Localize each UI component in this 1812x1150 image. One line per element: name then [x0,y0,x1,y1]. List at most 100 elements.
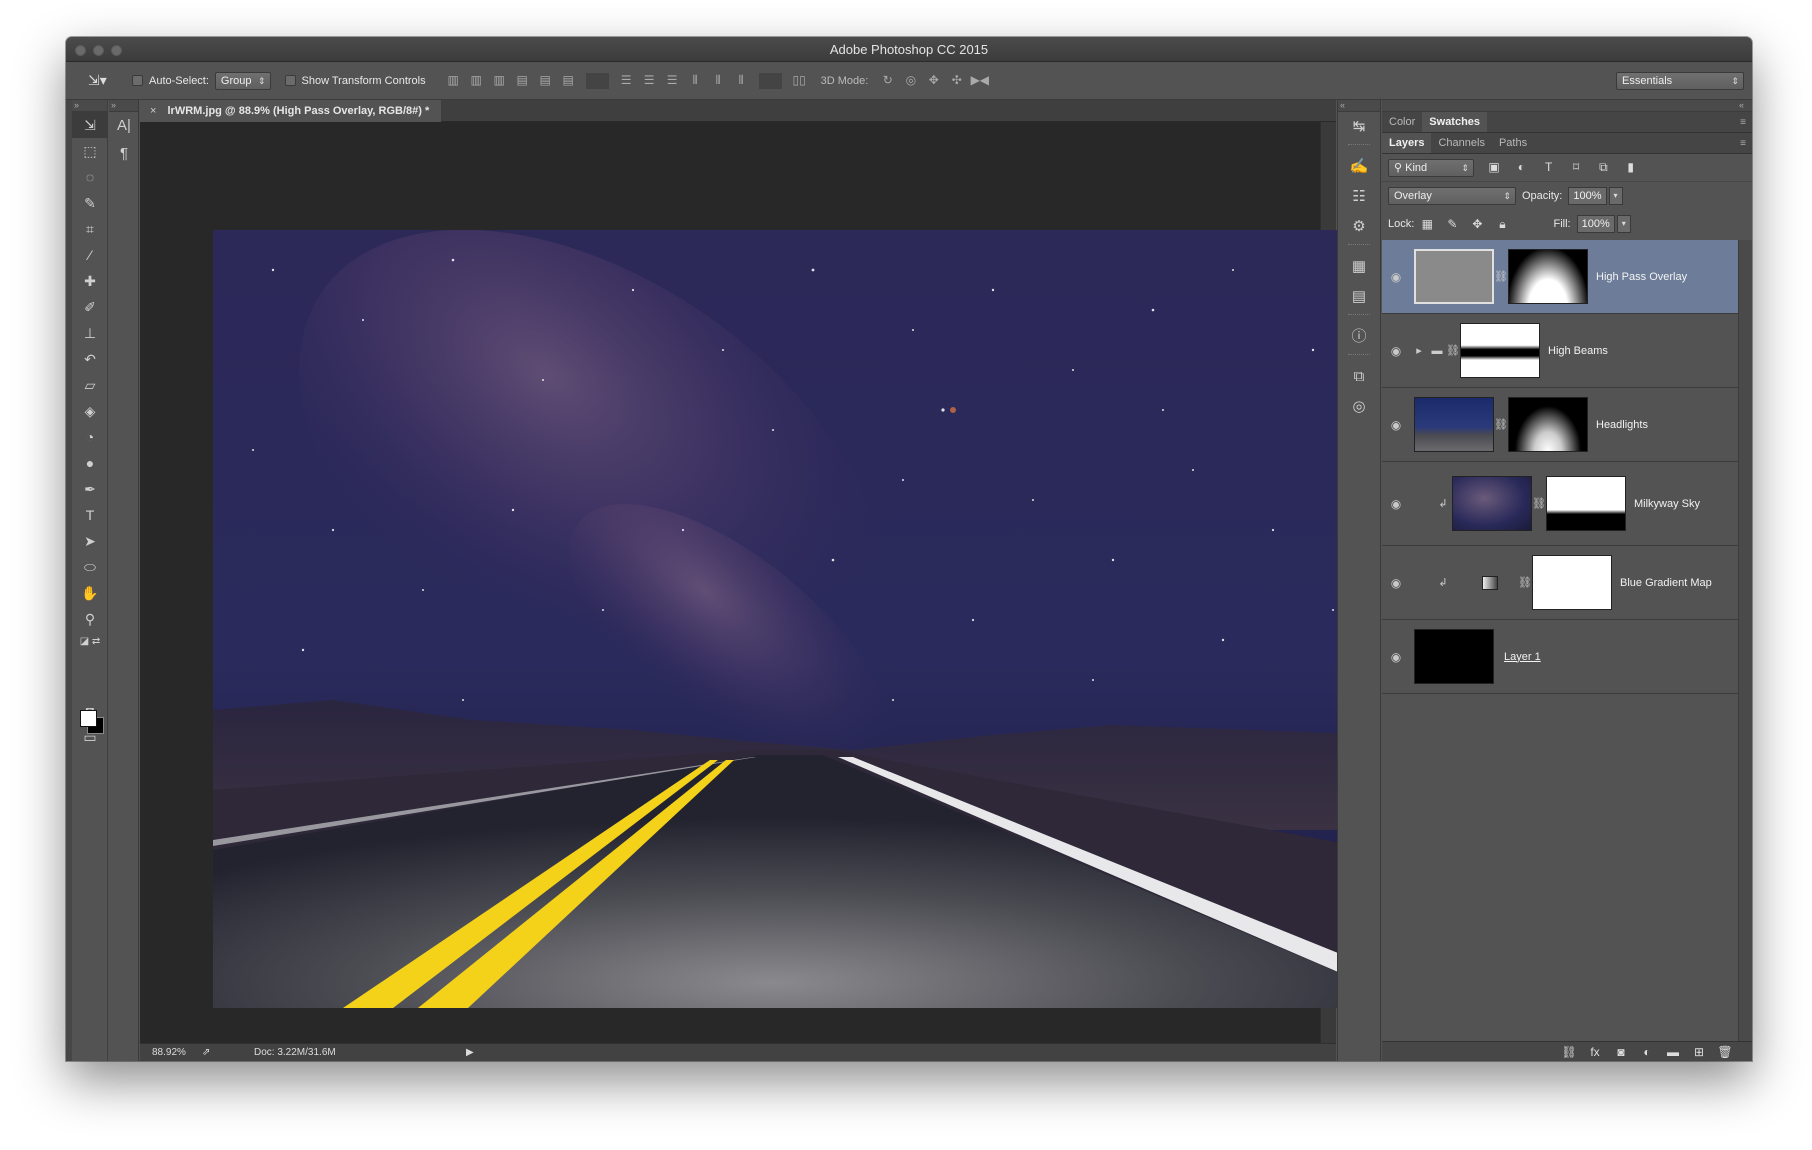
align-hcenter-icon[interactable]: ▤ [534,73,557,89]
layer-row-headlights[interactable]: ◉ ⛓ Headlights [1382,388,1752,462]
visibility-eye-icon[interactable]: ◉ [1382,650,1410,664]
layer-row-high-beams[interactable]: ◉ ▸ ▬ ⛓ High Beams [1382,314,1752,388]
minimize-window-button[interactable] [93,45,104,56]
tab-swatches[interactable]: Swatches [1422,112,1488,132]
mask-link-icon[interactable]: ⛓ [1494,270,1508,283]
link-layers-icon[interactable]: ⛓ [1556,1045,1582,1059]
align-top-icon[interactable]: ▥ [442,73,465,89]
layer-name[interactable]: High Pass Overlay [1596,271,1687,283]
visibility-eye-icon[interactable]: ◉ [1382,270,1410,284]
dodge-tool-icon[interactable]: ● [72,450,108,476]
layer-name[interactable]: High Beams [1548,345,1608,357]
lock-all-icon[interactable]: 🔒︎ [1491,217,1513,232]
visibility-eye-icon[interactable]: ◉ [1382,497,1410,511]
paragraph-panel-icon[interactable]: ¶ [109,140,139,168]
marquee-tool-icon[interactable]: ⬚ [72,138,108,164]
type-filter-icon[interactable]: T [1537,160,1561,174]
add-mask-icon[interactable]: ◙ [1608,1045,1634,1059]
auto-select-dropdown[interactable]: Group [214,71,271,90]
default-colors-icon[interactable]: ◪ ⇄ [72,632,108,652]
distribute-top-icon[interactable]: ☰ [615,73,638,89]
opacity-slider-toggle-icon[interactable]: ▾ [1608,187,1623,205]
show-transform-checkbox[interactable] [284,75,296,86]
layer-mask-thumbnail[interactable] [1546,476,1626,531]
auto-align-icon[interactable]: ▯▯ [788,73,811,89]
zoom-window-button[interactable] [111,45,122,56]
right-collapse-strip[interactable]: « [1382,100,1752,112]
layer-row-blue-gradient-map[interactable]: ◉ ↲ ⛓ Blue Gradient Map [1382,546,1752,620]
eraser-tool-icon[interactable]: ▱ [72,372,108,398]
zoom-tool-icon[interactable]: ⚲ [72,606,108,632]
distribute-bottom-icon[interactable]: ☰ [661,73,684,89]
shape-filter-icon[interactable]: ⌑ [1564,160,1588,174]
document-tab[interactable]: × lrWRM.jpg @ 88.9% (High Pass Overlay, … [140,100,442,122]
align-right-icon[interactable]: ▤ [557,73,580,89]
properties-icon[interactable]: ⚙ [1338,212,1380,242]
pixel-filter-icon[interactable]: ▣ [1482,160,1506,174]
close-document-icon[interactable]: × [150,105,156,117]
tab-channels[interactable]: Channels [1431,133,1491,153]
close-window-button[interactable] [75,45,86,56]
canvas-image[interactable] [213,230,1380,1008]
3d-drag-icon[interactable]: ✥ [922,73,945,89]
layer-thumbnail[interactable] [1452,476,1532,531]
tab-paths[interactable]: Paths [1492,133,1534,153]
align-left-icon[interactable]: ▤ [511,73,534,89]
fill-slider-toggle-icon[interactable]: ▾ [1616,215,1631,233]
swatches-panel-menu-icon[interactable]: ≡ [1740,112,1752,132]
ellipse-tool-icon[interactable]: ⬭ [72,554,108,580]
3d-scale-icon[interactable]: ▶◀ [968,73,991,89]
lock-transparent-icon[interactable]: ▦ [1416,217,1438,231]
lock-pixels-icon[interactable]: ✎ [1441,217,1463,231]
distribute-vcenter-icon[interactable]: ☰ [638,73,661,89]
auto-select-checkbox[interactable] [132,75,143,86]
path-selection-tool-icon[interactable]: ➤ [72,528,108,554]
layer-name[interactable]: Blue Gradient Map [1620,577,1712,589]
eyedropper-tool-icon[interactable]: ⁄ [72,242,108,268]
clone-stamp-tool-icon[interactable]: ⊥ [72,320,108,346]
layer-thumbnail[interactable] [1414,397,1494,452]
tab-layers[interactable]: Layers [1382,133,1432,153]
brush-tool-icon[interactable]: ✐ [72,294,108,320]
layer-name[interactable]: Layer 1 [1504,651,1541,663]
move-tool-preset-icon[interactable]: ⇲▾ [88,72,122,89]
align-vcenter-icon[interactable]: ▥ [465,73,488,89]
layer-row-milkyway-sky[interactable]: ◉ ↲ ⛓ Milkyway Sky [1382,462,1752,546]
blend-mode-dropdown[interactable]: Overlay [1388,187,1516,205]
tab-color[interactable]: Color [1382,112,1422,132]
filter-toggle-icon[interactable]: ▮ [1619,160,1643,174]
libraries-icon[interactable]: ◎ [1338,392,1380,422]
distribute-hcenter-icon[interactable]: ⫴ [707,73,730,89]
adjustment-filter-icon[interactable]: ◐ [1509,160,1533,174]
healing-brush-tool-icon[interactable]: ✚ [72,268,108,294]
fill-input[interactable]: 100% [1576,215,1615,233]
move-tool-icon[interactable]: ⇲ [72,112,108,138]
mini-panel-collapse-strip[interactable]: » [109,100,138,112]
info-icon[interactable]: ⓘ [1338,322,1380,352]
new-adjustment-icon[interactable]: ◐ [1634,1045,1660,1059]
layer-style-fx-icon[interactable]: fx [1582,1045,1608,1059]
distribute-left-icon[interactable]: ⫴ [684,73,707,89]
filter-kind-dropdown[interactable]: ⚲ Kind [1388,158,1474,177]
history-brush-tool-icon[interactable]: ↶ [72,346,108,372]
clone-source-icon[interactable]: ⧉ [1338,362,1380,392]
smart-object-filter-icon[interactable]: ⧉ [1591,160,1615,175]
layers-scrollbar[interactable] [1738,240,1752,1041]
layer-mask-thumbnail[interactable] [1508,249,1588,304]
hand-tool-icon[interactable]: ✋ [72,580,108,606]
align-bottom-icon[interactable]: ▥ [488,73,511,89]
mask-link-icon[interactable]: ⛓ [1518,576,1532,589]
layer-thumbnail[interactable] [1414,629,1494,684]
paint-bucket-tool-icon[interactable]: ◈ [72,398,108,424]
visibility-eye-icon[interactable]: ◉ [1382,418,1410,432]
mask-link-icon[interactable]: ⛓ [1532,497,1546,510]
visibility-eye-icon[interactable]: ◉ [1382,344,1410,358]
3d-roll-icon[interactable]: ◎ [899,73,922,89]
tools-collapse-strip[interactable]: » [72,100,107,112]
crop-tool-icon[interactable]: ⌗ [72,216,108,242]
3d-rotate-icon[interactable]: ↻ [876,73,899,89]
mask-link-icon[interactable]: ⛓ [1494,418,1508,431]
lasso-tool-icon[interactable]: ◌ [72,164,108,190]
group-expand-arrow-icon[interactable]: ▸ [1410,344,1428,357]
layer-name[interactable]: Headlights [1596,419,1648,431]
